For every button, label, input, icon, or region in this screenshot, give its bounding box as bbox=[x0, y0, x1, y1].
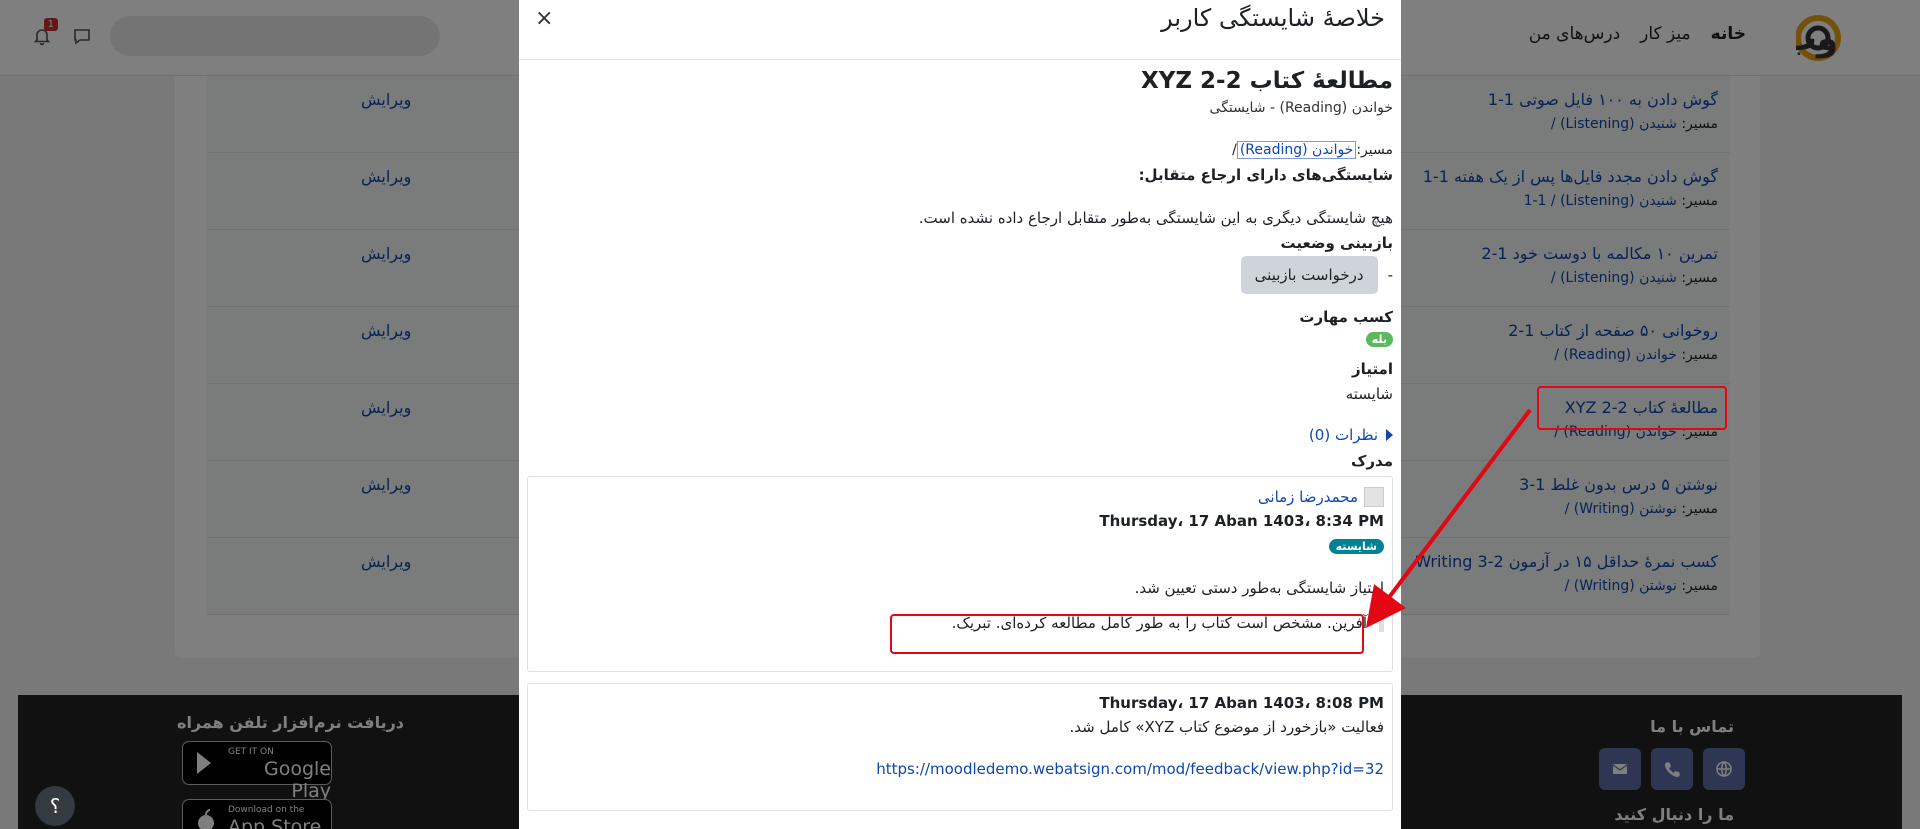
proficiency-badge: بله bbox=[1365, 332, 1393, 347]
review-status-title: بازبینی وضعیت bbox=[1280, 234, 1393, 252]
competency-subtitle: خواندن (Reading) - شایستگی bbox=[1209, 100, 1393, 116]
comments-toggle[interactable]: نظرات (0) bbox=[1309, 426, 1393, 444]
avatar bbox=[1364, 487, 1384, 507]
path-link[interactable]: خواندن (Reading) bbox=[1236, 141, 1357, 159]
evidence-url-link[interactable]: https://moodledemo.webatsign.com/mod/fee… bbox=[876, 760, 1384, 778]
request-review-button[interactable]: درخواست بازبینی bbox=[1240, 256, 1378, 294]
competency-path: مسیر:خواندن (Reading)/ bbox=[1232, 141, 1393, 159]
highlight-box-note bbox=[890, 614, 1364, 654]
rating-badge: شایسته bbox=[1328, 539, 1384, 554]
review-dash: - bbox=[1387, 266, 1393, 284]
evidence-date: Thursday، 17 Aban 1403، 8:34 PM bbox=[1099, 512, 1384, 530]
evidence-date: Thursday، 17 Aban 1403، 8:08 PM bbox=[1099, 694, 1384, 712]
caret-left-icon bbox=[1386, 429, 1393, 441]
competency-summary-modal: خلاصهٔ شایستگی کاربر × مطالعهٔ کتاب XYZ … bbox=[519, 0, 1401, 829]
evidence-description: امتیاز شایستگی به‌طور دستی تعیین شد. bbox=[1134, 579, 1384, 597]
evidence-user: محمدرضا زمانی bbox=[1258, 487, 1384, 507]
evidence-card: Thursday، 17 Aban 1403، 8:08 PM فعالیت «… bbox=[527, 683, 1393, 811]
evidence-title: مدرک bbox=[1351, 452, 1393, 470]
related-competencies-title: شایستگی‌های دارای ارجاع متقابل: bbox=[1138, 166, 1393, 184]
modal-title: خلاصهٔ شایستگی کاربر bbox=[1161, 4, 1385, 32]
user-link[interactable]: محمدرضا زمانی bbox=[1258, 488, 1358, 506]
related-competencies-empty: هیچ شایستگی دیگری به این شایستگی به‌طور … bbox=[918, 209, 1393, 227]
rating-value: شایسته bbox=[1345, 385, 1393, 403]
highlight-box-row bbox=[1537, 386, 1727, 430]
modal-header: خلاصهٔ شایستگی کاربر × bbox=[519, 0, 1401, 60]
competency-title: مطالعهٔ کتاب XYZ 2-2 bbox=[1140, 68, 1393, 94]
rating-title: امتیاز bbox=[1352, 360, 1393, 378]
proficiency-title: کسب مهارت bbox=[1299, 308, 1393, 326]
review-row: - درخواست بازبینی bbox=[1240, 256, 1393, 294]
evidence-description: فعالیت «بازخورد از موضوع کتاب XYZ» کامل … bbox=[1069, 718, 1385, 736]
help-button[interactable]: ؟ bbox=[35, 786, 75, 826]
close-icon[interactable]: × bbox=[535, 6, 553, 31]
